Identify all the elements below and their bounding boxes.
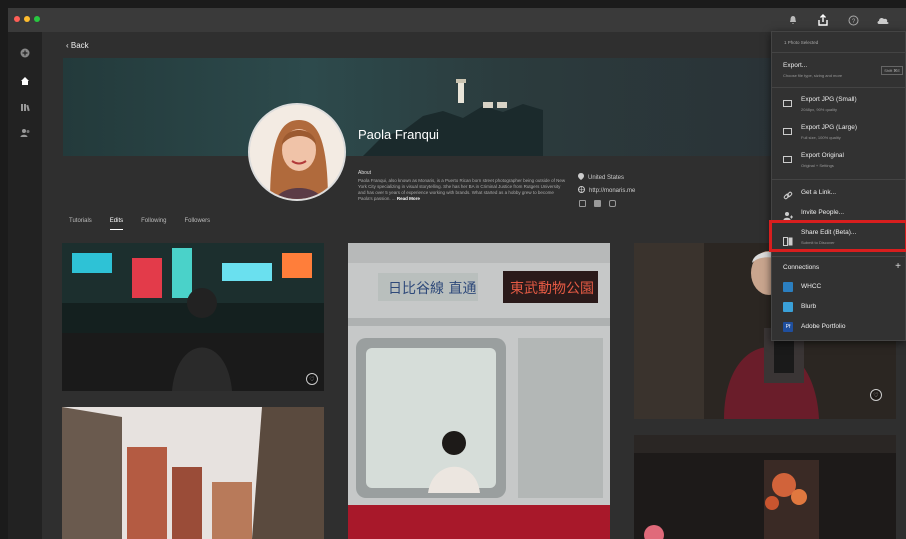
connection-blurb[interactable]: Blurb bbox=[772, 298, 906, 318]
connection-adobe-portfolio[interactable]: Pf Adobe Portfolio bbox=[772, 318, 906, 338]
minimize-window-button[interactable] bbox=[24, 16, 30, 22]
tab-edits[interactable]: Edits bbox=[109, 218, 124, 230]
export-sub: Choose file type, sizing and more bbox=[783, 73, 843, 78]
get-link-item[interactable]: Get a Link... bbox=[772, 184, 906, 204]
facebook-icon[interactable] bbox=[594, 200, 601, 207]
instagram-icon[interactable] bbox=[609, 200, 616, 207]
photo-tile[interactable]: ♡ bbox=[62, 243, 324, 391]
divider bbox=[772, 256, 906, 257]
export-jpg-small-sub: 2048px, 90% quality bbox=[801, 107, 838, 112]
about-heading: About bbox=[358, 170, 372, 176]
divider bbox=[772, 52, 906, 53]
export-label: Export... bbox=[783, 62, 808, 69]
about-body: Paola Franqui, also known as Monaris, is… bbox=[358, 178, 566, 201]
read-more-link[interactable]: Read More bbox=[397, 196, 420, 201]
library-icon[interactable] bbox=[16, 98, 34, 116]
connections-label: Connections bbox=[783, 264, 820, 271]
connections-header: Connections + bbox=[772, 260, 906, 276]
photo-tile[interactable]: 日比谷線 直通 東武動物公園 bbox=[348, 243, 610, 539]
share-icon[interactable] bbox=[814, 11, 832, 29]
social-links bbox=[579, 200, 616, 207]
export-jpg-large-sub: Full size, 100% quality bbox=[801, 135, 841, 140]
globe-icon bbox=[578, 186, 585, 195]
highlight-box bbox=[769, 220, 906, 252]
export-original-item[interactable]: Export Original Original + Settings bbox=[772, 148, 906, 176]
people-icon[interactable] bbox=[16, 124, 34, 142]
export-jpg-small-label: Export JPG (Small) bbox=[801, 96, 857, 103]
email-icon[interactable] bbox=[579, 200, 586, 207]
svg-text:東武動物公園: 東武動物公園 bbox=[510, 281, 594, 297]
connection-label: Blurb bbox=[801, 303, 817, 310]
profile-name: Paola Franqui bbox=[358, 127, 439, 142]
website[interactable]: http://monaris.me bbox=[578, 186, 635, 195]
export-original-sub: Original + Settings bbox=[801, 163, 834, 168]
photo-tile[interactable] bbox=[634, 435, 896, 539]
website-url[interactable]: http://monaris.me bbox=[589, 188, 635, 194]
connection-label: WHCC bbox=[801, 283, 822, 290]
export-jpg-small-item[interactable]: Export JPG (Small) 2048px, 90% quality bbox=[772, 92, 906, 120]
back-link[interactable]: ‹ Back bbox=[66, 41, 89, 50]
zoom-window-button[interactable] bbox=[34, 16, 40, 22]
profile-banner bbox=[63, 58, 883, 156]
tab-tutorials[interactable]: Tutorials bbox=[69, 218, 92, 224]
cloud-icon[interactable] bbox=[874, 11, 892, 29]
title-bar: ? bbox=[8, 8, 906, 32]
home-icon[interactable] bbox=[16, 72, 34, 90]
image-icon bbox=[783, 128, 792, 135]
svg-text:?: ? bbox=[851, 19, 855, 25]
export-item[interactable]: Export... Choose file type, sizing and m… bbox=[772, 56, 906, 84]
svg-text:日比谷線 直通: 日比谷線 直通 bbox=[388, 280, 476, 297]
tab-following[interactable]: Following bbox=[141, 218, 166, 224]
help-icon[interactable]: ? bbox=[844, 11, 862, 29]
menu-header: 1 Photo Selected bbox=[784, 40, 819, 45]
tab-followers[interactable]: Followers bbox=[185, 218, 211, 224]
export-jpg-large-item[interactable]: Export JPG (Large) Full size, 100% quali… bbox=[772, 120, 906, 148]
image-icon bbox=[783, 100, 792, 107]
bell-icon[interactable] bbox=[784, 11, 802, 29]
location-text: United States bbox=[588, 174, 625, 181]
export-jpg-large-label: Export JPG (Large) bbox=[801, 124, 857, 131]
invite-people-label: Invite People... bbox=[801, 209, 844, 216]
profile-tabs: Tutorials Edits Following Followers bbox=[69, 218, 211, 230]
divider bbox=[772, 87, 906, 88]
export-shortcut: Shift ⌘E bbox=[881, 66, 903, 75]
add-photos-icon[interactable] bbox=[16, 44, 34, 62]
adobe-portfolio-icon: Pf bbox=[783, 322, 793, 332]
divider bbox=[772, 179, 906, 180]
export-original-label: Export Original bbox=[801, 152, 844, 159]
left-rail bbox=[8, 32, 42, 539]
connection-label: Adobe Portfolio bbox=[801, 323, 846, 330]
location-pin-icon bbox=[578, 173, 584, 182]
connection-whcc[interactable]: WHCC bbox=[772, 278, 906, 298]
heart-icon[interactable]: ♡ bbox=[306, 373, 318, 385]
add-connection-button[interactable]: + bbox=[895, 261, 901, 272]
banner-image bbox=[363, 79, 543, 156]
about-text: Paola Franqui, also known as Monaris, is… bbox=[358, 178, 568, 202]
profile-avatar bbox=[248, 103, 346, 201]
image-icon bbox=[783, 156, 792, 163]
close-window-button[interactable] bbox=[14, 16, 20, 22]
location: United States bbox=[578, 173, 624, 182]
back-label: Back bbox=[70, 41, 89, 50]
whcc-icon bbox=[783, 282, 793, 292]
heart-icon[interactable]: ♡ bbox=[870, 389, 882, 401]
blurb-icon bbox=[783, 302, 793, 312]
get-link-label: Get a Link... bbox=[801, 189, 837, 196]
share-menu: 1 Photo Selected Export... Choose file t… bbox=[771, 31, 906, 341]
photo-tile[interactable] bbox=[62, 407, 324, 539]
